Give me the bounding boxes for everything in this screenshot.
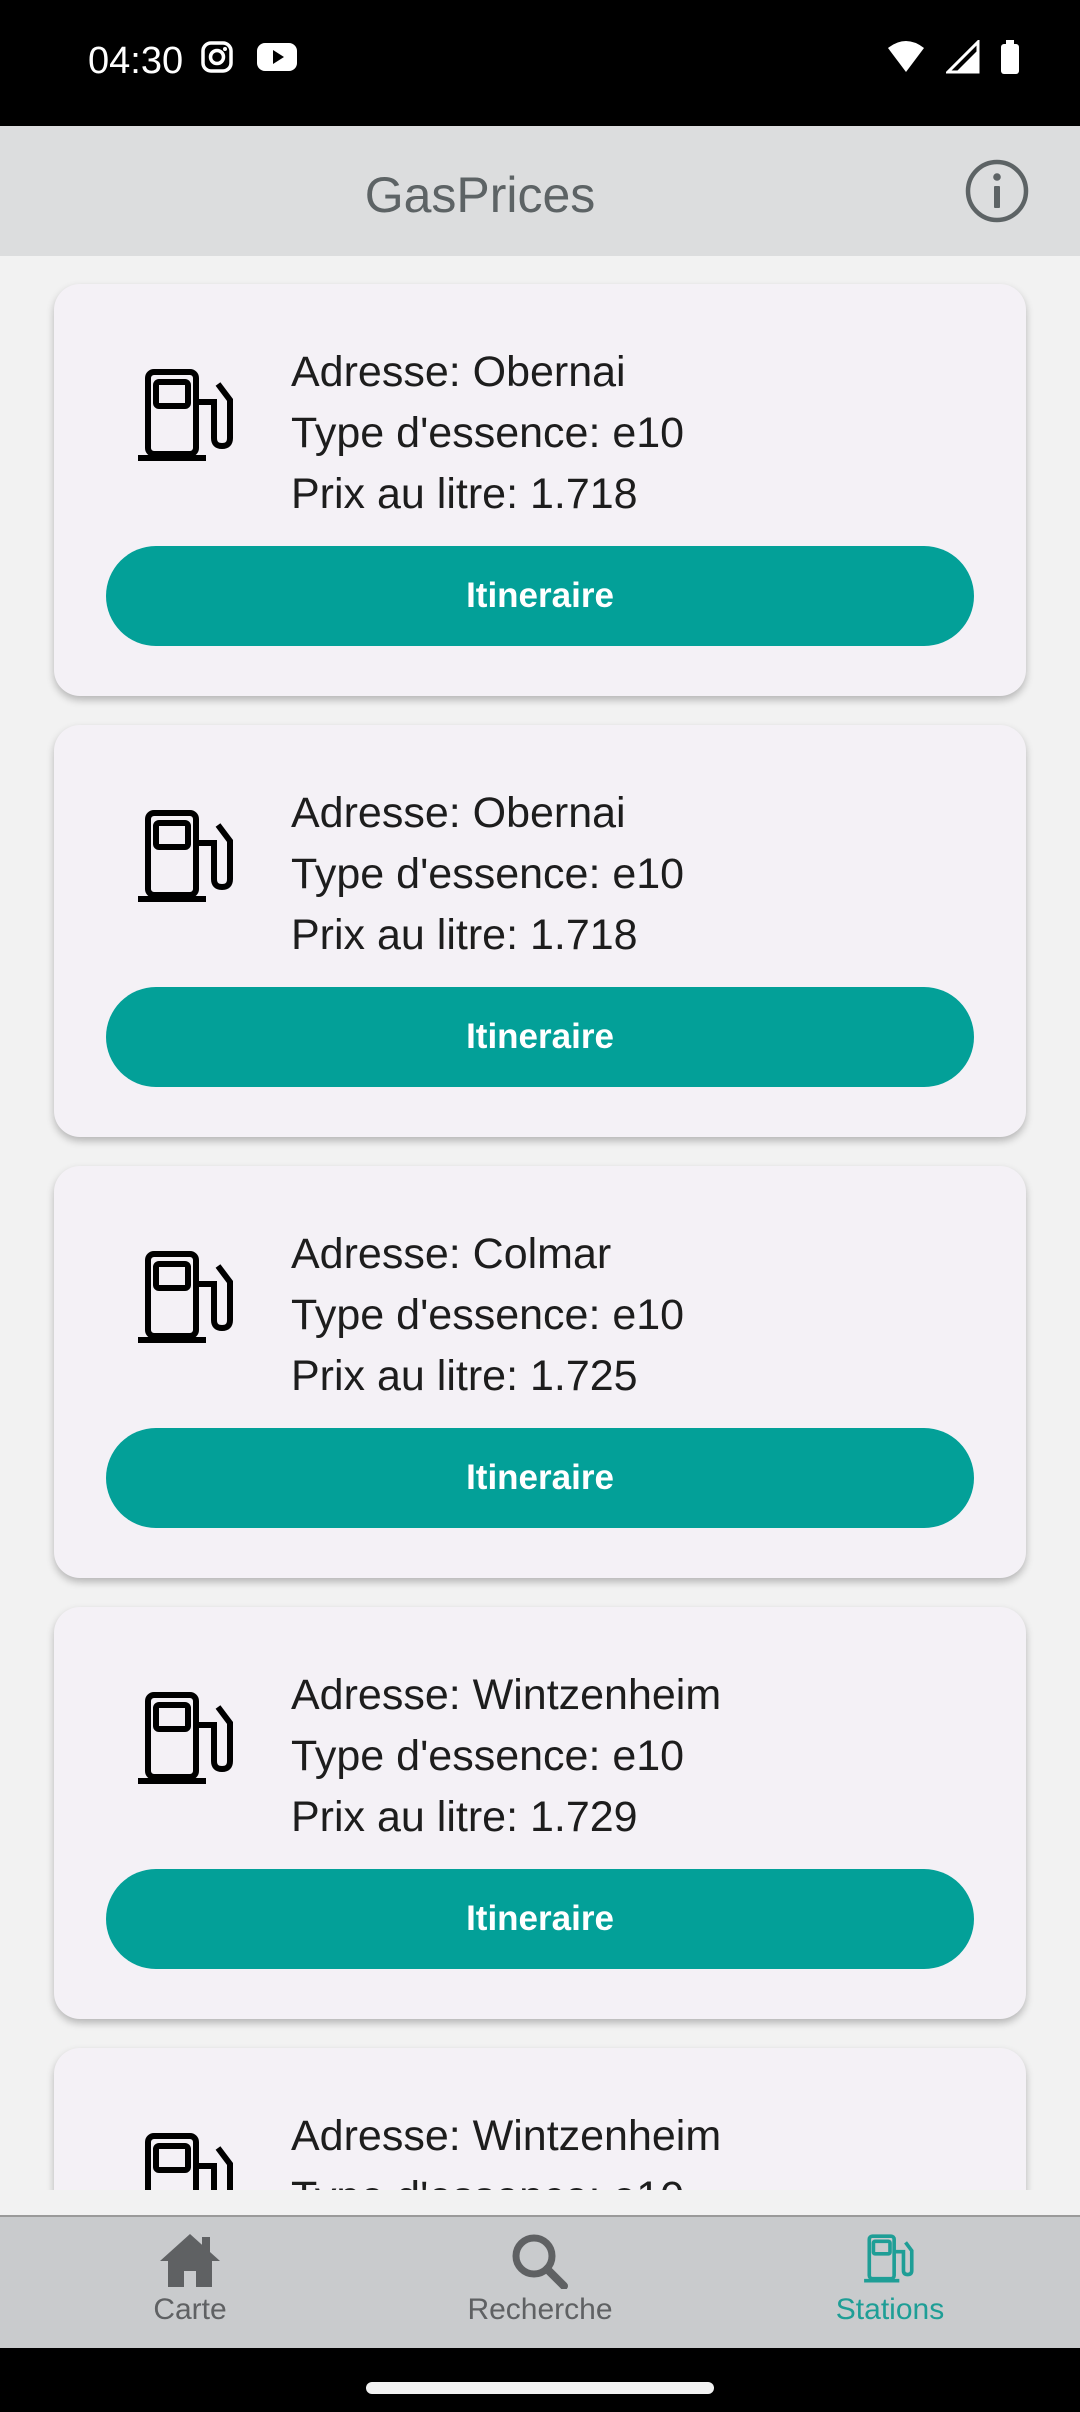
itinerary-button[interactable]: Itineraire (106, 1428, 974, 1528)
status-time: 04:30 (88, 40, 184, 82)
system-icons (886, 40, 1020, 74)
station-price: Prix au litre: 1.718 (291, 911, 638, 959)
home-gesture-bar[interactable] (366, 2382, 714, 2394)
station-fuel-type: Type d'essence: e10 (291, 1291, 685, 1339)
itinerary-button[interactable]: Itineraire (106, 987, 974, 1087)
app-bar: GasPrices (0, 126, 1080, 256)
itinerary-button[interactable]: Itineraire (106, 1869, 974, 1969)
station-info: Adresse: Obernai Type d'essence: e10 Pri… (291, 783, 684, 966)
station-fuel-type: Type d'essence: e10 (291, 409, 685, 457)
status-bar: 04:30 (0, 0, 1080, 126)
station-fuel-type: Type d'essence: e10 (291, 2167, 721, 2190)
station-card: Adresse: Colmar Type d'essence: e10 Prix… (54, 1166, 1026, 1578)
station-fuel-type: Type d'essence: e10 (291, 850, 685, 898)
info-icon (965, 159, 1029, 223)
gas-pump-icon (138, 369, 233, 461)
station-list[interactable]: Adresse: Obernai Type d'essence: e10 Pri… (0, 256, 1080, 2190)
nav-item-recherche[interactable]: Recherche (360, 2217, 720, 2350)
station-card: Adresse: Wintzenheim Type d'essence: e10 (54, 2048, 1026, 2190)
gesture-area (0, 2348, 1080, 2412)
station-price: Prix au litre: 1.718 (291, 470, 638, 518)
app-title: GasPrices (364, 167, 596, 223)
station-price: Prix au litre: 1.729 (291, 1793, 638, 1841)
station-info: Adresse: Wintzenheim Type d'essence: e10… (291, 1665, 721, 1848)
search-icon (512, 2234, 568, 2289)
station-price: Prix au litre: 1.725 (291, 1352, 638, 1400)
gas-pump-icon (138, 810, 233, 902)
itinerary-button[interactable]: Itineraire (106, 546, 974, 646)
station-fuel-type: Type d'essence: e10 (291, 1732, 685, 1780)
nav-item-carte[interactable]: Carte (10, 2217, 370, 2350)
signal-icon (946, 40, 980, 74)
nav-label: Stations (835, 2293, 945, 2326)
station-address: Adresse: Obernai (291, 789, 626, 837)
instagram-icon (201, 41, 233, 73)
gas-pump-icon (864, 2234, 914, 2283)
nav-label: Recherche (467, 2293, 613, 2326)
gas-pump-icon (145, 2133, 233, 2190)
bottom-navigation: Carte Recherche Stations (0, 2215, 1080, 2350)
station-address: Adresse: Obernai (291, 348, 626, 396)
station-info: Adresse: Colmar Type d'essence: e10 Prix… (291, 1224, 684, 1407)
youtube-icon (257, 43, 297, 71)
station-address: Adresse: Wintzenheim (291, 1671, 722, 1719)
station-address: Adresse: Colmar (291, 1230, 612, 1278)
station-card: Adresse: Obernai Type d'essence: e10 Pri… (54, 284, 1026, 696)
notification-icons (200, 40, 298, 74)
gas-pump-icon (138, 1692, 233, 1784)
home-icon (160, 2234, 220, 2287)
battery-icon (1001, 40, 1019, 74)
wifi-icon (888, 41, 924, 72)
station-info: Adresse: Obernai Type d'essence: e10 Pri… (291, 342, 684, 525)
station-card: Adresse: Obernai Type d'essence: e10 Pri… (54, 725, 1026, 1137)
station-info: Adresse: Wintzenheim Type d'essence: e10 (291, 2106, 721, 2190)
nav-item-stations[interactable]: Stations (710, 2217, 1070, 2350)
station-address: Adresse: Wintzenheim (291, 2112, 722, 2160)
gas-pump-icon (138, 1251, 233, 1343)
station-card: Adresse: Wintzenheim Type d'essence: e10… (54, 1607, 1026, 2019)
nav-label: Carte (153, 2293, 227, 2326)
info-button[interactable] (964, 158, 1030, 224)
